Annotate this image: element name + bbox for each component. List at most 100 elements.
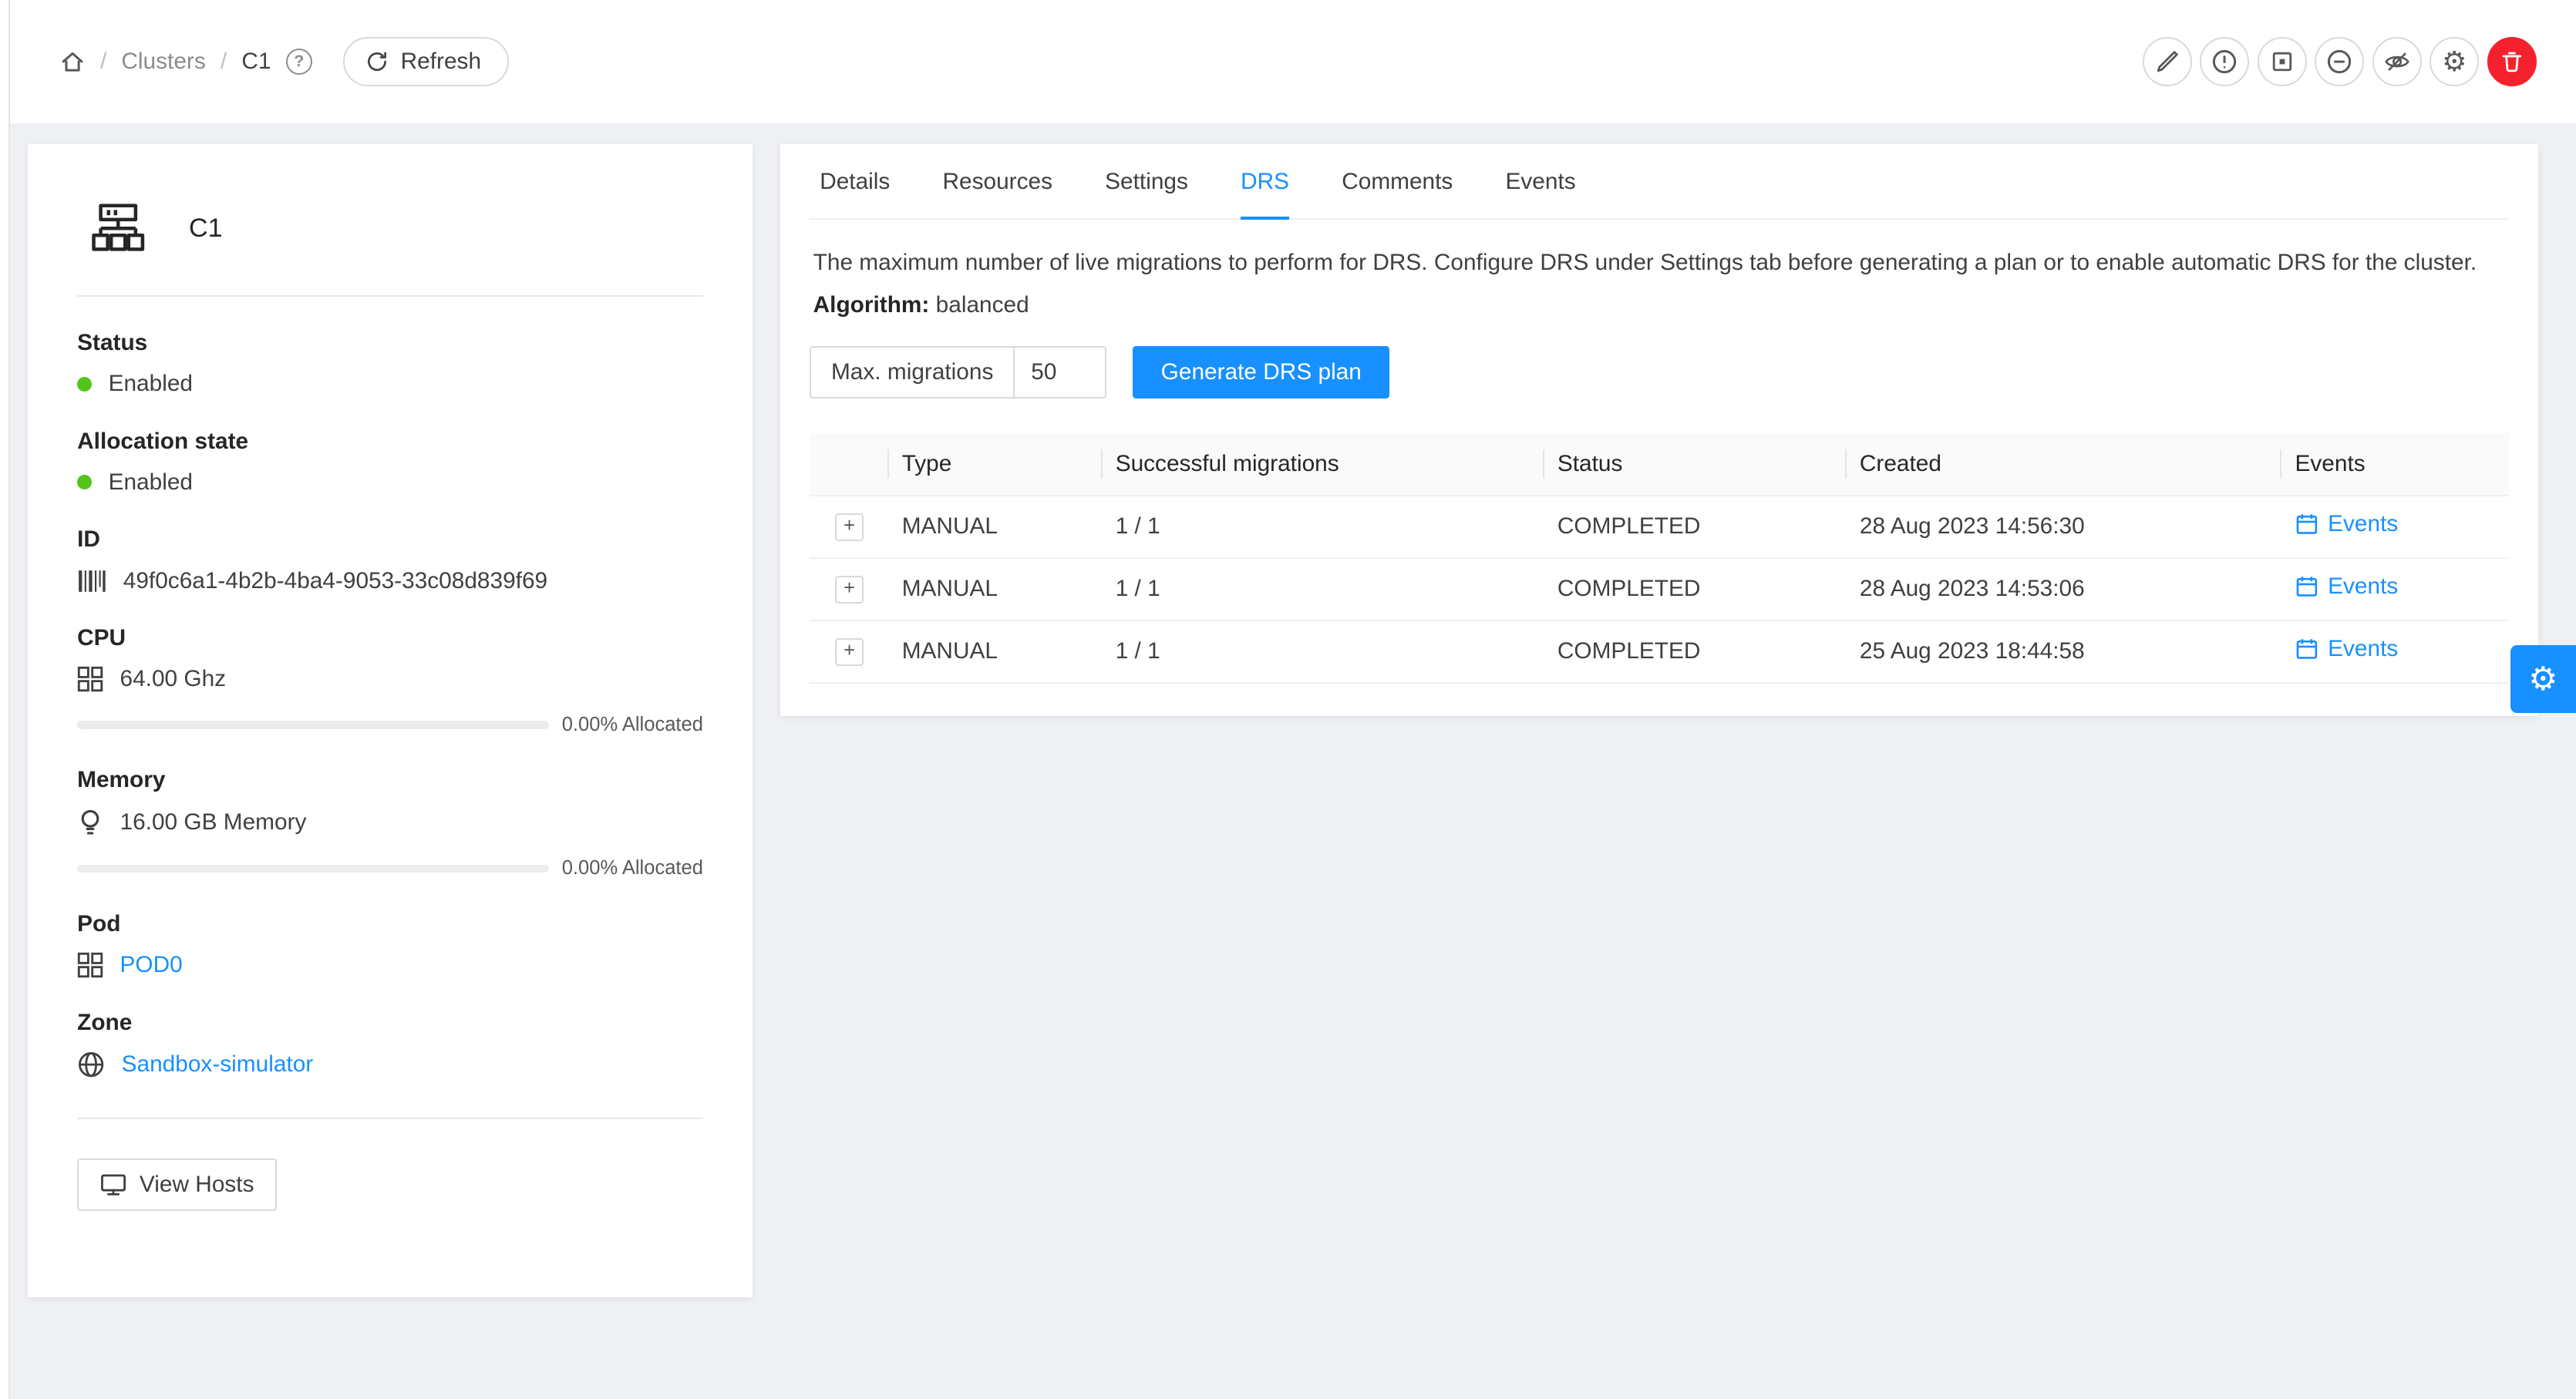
cell-created: 28 Aug 2023 14:53:06 <box>1847 558 2282 620</box>
refresh-label: Refresh <box>401 49 481 75</box>
memory-progress-track <box>77 865 549 873</box>
memory-progress: 0.00% Allocated <box>77 857 703 879</box>
field-label: Pod <box>77 911 703 937</box>
header-actions: ⚙ <box>2143 37 2537 86</box>
tab-details[interactable]: Details <box>820 169 890 218</box>
cell-status: COMPLETED <box>1544 558 1847 620</box>
cpu-progress-track <box>77 721 549 729</box>
outage-button[interactable] <box>2200 37 2249 86</box>
refresh-button[interactable]: Refresh <box>343 37 509 86</box>
tab-drs[interactable]: DRS <box>1241 169 1289 220</box>
pod-icon <box>77 952 103 978</box>
minus-circle-icon <box>2326 49 2352 75</box>
field-zone: Zone Sandbox-simulator <box>77 1010 703 1078</box>
algorithm-label: Algorithm: <box>813 292 930 318</box>
cell-type: MANUAL <box>889 558 1103 620</box>
column-header-successful-migrations: Successful migrations <box>1103 433 1544 496</box>
column-header-events: Events <box>2281 433 2508 496</box>
breadcrumb-clusters[interactable]: Clusters <box>121 49 205 75</box>
events-link[interactable]: Events <box>2295 573 2399 600</box>
expand-row-button[interactable]: + <box>835 576 863 604</box>
max-migrations-input[interactable] <box>1013 346 1106 399</box>
expand-column-header <box>810 433 888 496</box>
drs-description: The maximum number of live migrations to… <box>813 246 2506 281</box>
field-label: Memory <box>77 767 703 793</box>
drs-algorithm-line: Algorithm: balanced <box>813 292 2506 318</box>
barcode-icon <box>77 569 106 594</box>
column-header-status: Status <box>1544 433 1847 496</box>
cell-successful-migrations: 1 / 1 <box>1103 496 1544 558</box>
trash-icon <box>2500 50 2524 73</box>
table-row: + MANUAL 1 / 1 COMPLETED 25 Aug 2023 18:… <box>810 620 2508 683</box>
calendar-icon <box>2295 513 2318 536</box>
configure-ha-button[interactable]: ⚙ <box>2430 37 2479 86</box>
cpu-allocated-label: 0.00% Allocated <box>562 714 703 736</box>
cluster-detail-card: Details Resources Settings DRS Comments … <box>780 144 2538 716</box>
collapsed-sidebar <box>0 0 10 1399</box>
cell-type: MANUAL <box>889 620 1103 683</box>
question-circle-icon[interactable]: ? <box>286 49 312 75</box>
oobm-button[interactable] <box>2372 37 2422 86</box>
view-hosts-button[interactable]: View Hosts <box>77 1159 277 1211</box>
expand-row-button[interactable]: + <box>835 513 863 541</box>
tab-events[interactable]: Events <box>1506 169 1576 218</box>
cell-created: 25 Aug 2023 18:44:58 <box>1847 620 2282 683</box>
tab-comments[interactable]: Comments <box>1342 169 1453 218</box>
field-pod: Pod POD0 <box>77 911 703 978</box>
memory-allocated-label: 0.00% Allocated <box>562 857 703 879</box>
field-id: ID 49f0c6a1-4b2b-4ba4-9053-33c08d839f69 <box>77 526 703 594</box>
table-row: + MANUAL 1 / 1 COMPLETED 28 Aug 2023 14:… <box>810 496 2508 558</box>
events-link[interactable]: Events <box>2295 511 2399 537</box>
edit-button[interactable] <box>2143 37 2192 86</box>
cluster-info-card: C1 Status Enabled Allocation state Enabl… <box>28 144 753 1297</box>
delete-button[interactable] <box>2487 37 2537 86</box>
drs-controls: Max. migrations Generate DRS plan <box>810 346 2508 399</box>
disable-button[interactable] <box>2315 37 2364 86</box>
cpu-icon <box>77 666 103 692</box>
divider <box>77 295 703 297</box>
pod-link[interactable]: POD0 <box>120 952 183 978</box>
field-status: Status Enabled <box>77 330 703 397</box>
cluster-title-row: C1 <box>77 187 703 256</box>
globe-icon <box>77 1051 105 1078</box>
divider <box>77 1118 703 1119</box>
calendar-icon <box>2295 575 2318 598</box>
max-migrations-label: Max. migrations <box>810 346 1013 399</box>
breadcrumb-separator: / <box>100 49 106 75</box>
tab-bar: Details Resources Settings DRS Comments … <box>810 144 2508 220</box>
drs-plans-table: Type Successful migrations Status Create… <box>810 433 2508 684</box>
allocation-value: Enabled <box>109 469 193 496</box>
field-label: Allocation state <box>77 429 703 455</box>
cell-status: COMPLETED <box>1544 620 1847 683</box>
tab-settings[interactable]: Settings <box>1105 169 1188 218</box>
gear-icon: ⚙ <box>2528 663 2557 696</box>
zone-link[interactable]: Sandbox-simulator <box>122 1051 314 1078</box>
column-header-type: Type <box>889 433 1103 496</box>
page-title: C1 <box>189 214 223 244</box>
memory-value: 16.00 GB Memory <box>120 809 307 836</box>
field-label: Zone <box>77 1010 703 1036</box>
calendar-icon <box>2295 637 2318 661</box>
eye-invisible-icon <box>2384 49 2410 75</box>
exclamation-circle-icon <box>2211 49 2238 75</box>
events-link-label: Events <box>2328 636 2398 662</box>
cluster-icon <box>90 200 146 256</box>
field-memory: Memory 16.00 GB Memory 0.00% Allocated <box>77 767 703 879</box>
field-label: ID <box>77 526 703 553</box>
monitor-icon <box>100 1172 126 1197</box>
tab-resources[interactable]: Resources <box>943 169 1053 218</box>
cell-successful-migrations: 1 / 1 <box>1103 620 1544 683</box>
status-dot <box>77 377 92 392</box>
expand-row-button[interactable]: + <box>835 638 863 666</box>
view-hosts-label: View Hosts <box>140 1172 254 1198</box>
column-header-created: Created <box>1847 433 2282 496</box>
floating-settings-button[interactable]: ⚙ <box>2510 645 2576 712</box>
generate-drs-plan-button[interactable]: Generate DRS plan <box>1133 346 1389 399</box>
cell-status: COMPLETED <box>1544 496 1847 558</box>
cpu-progress: 0.00% Allocated <box>77 714 703 736</box>
cell-created: 28 Aug 2023 14:56:30 <box>1847 496 2282 558</box>
unmanage-button[interactable] <box>2258 37 2307 86</box>
cell-type: MANUAL <box>889 496 1103 558</box>
events-link[interactable]: Events <box>2295 636 2399 662</box>
home-icon[interactable] <box>59 49 86 75</box>
